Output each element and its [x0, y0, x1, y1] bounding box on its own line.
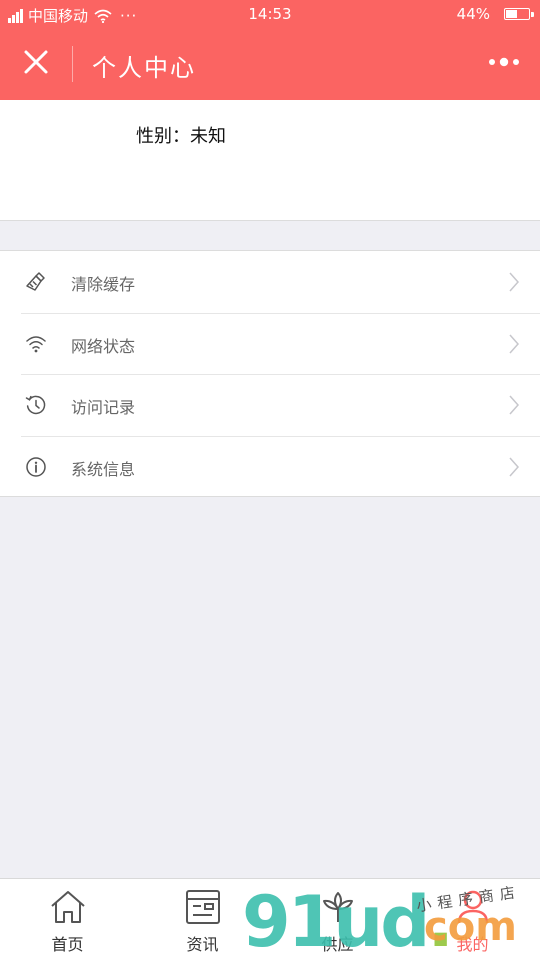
- nav-bar: 个人中心: [0, 28, 540, 100]
- tab-label: 首页: [51, 935, 84, 954]
- supply-icon: [323, 892, 353, 922]
- home-icon: [51, 891, 85, 923]
- wifi-icon: [26, 335, 46, 352]
- tab-label: 我的: [456, 935, 489, 954]
- battery-text: 44%: [456, 5, 490, 23]
- more-dots-icon[interactable]: [486, 54, 522, 70]
- tab-home[interactable]: 首页: [0, 879, 135, 960]
- tab-label: 供应: [321, 935, 354, 954]
- menu-item-label: 清除缓存: [71, 275, 136, 294]
- tab-label: 资讯: [186, 935, 219, 954]
- menu-item-system-info[interactable]: 系统信息: [0, 435, 540, 498]
- user-icon: [457, 890, 489, 924]
- history-icon: [25, 395, 46, 415]
- close-icon[interactable]: [20, 46, 52, 78]
- menu-item-clear-cache[interactable]: 清除缓存: [0, 251, 540, 313]
- tab-bar: 首页 资讯 供应 我的: [0, 878, 540, 960]
- menu-item-label: 网络状态: [71, 336, 136, 356]
- gender-text: 性别：未知: [136, 126, 226, 147]
- header-bar: 中国移动 ··· 14:53 44% 个人中心: [0, 0, 540, 100]
- menu-item-label: 访问记录: [71, 398, 136, 417]
- chevron-right-icon: [509, 395, 520, 415]
- status-right: 44%: [456, 5, 534, 23]
- chevron-right-icon: [509, 334, 520, 353]
- status-bar: 中国移动 ··· 14:53 44%: [0, 0, 540, 28]
- news-icon: [186, 890, 220, 924]
- battery-icon: [504, 8, 534, 20]
- page-title: 个人中心: [92, 54, 196, 82]
- battery-fill: [506, 10, 517, 18]
- settings-menu: 清除缓存 网络状态 访问记录 系统信息: [0, 250, 540, 497]
- menu-item-label: 系统信息: [71, 459, 136, 479]
- tab-mine[interactable]: 我的: [405, 879, 540, 960]
- tab-news[interactable]: 资讯: [135, 879, 270, 960]
- info-icon: [26, 456, 46, 477]
- menu-item-network-status[interactable]: 网络状态: [0, 312, 540, 375]
- chevron-right-icon: [509, 272, 520, 292]
- tab-supply[interactable]: 供应: [270, 879, 405, 960]
- menu-item-visit-history[interactable]: 访问记录: [0, 374, 540, 436]
- profile-card: 性别：未知: [0, 100, 540, 221]
- broom-icon: [26, 272, 45, 291]
- chevron-right-icon: [509, 457, 520, 476]
- nav-divider: [72, 46, 73, 82]
